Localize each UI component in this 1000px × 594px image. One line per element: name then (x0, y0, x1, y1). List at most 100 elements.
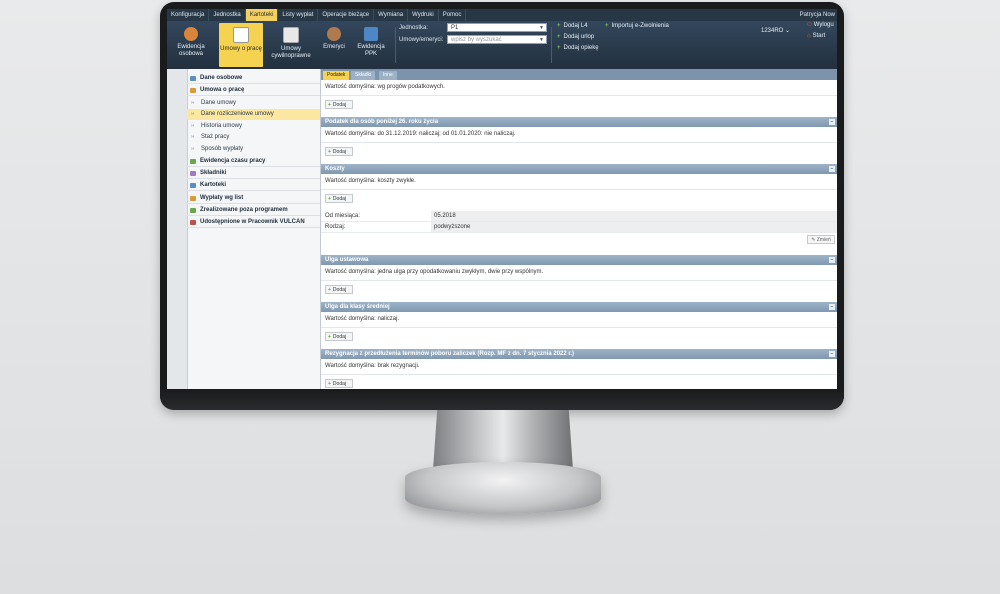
ewidencja-ppk-button[interactable]: Ewidencja PPK (351, 23, 391, 67)
document-icon (283, 27, 299, 43)
add-button[interactable]: + Dodaj (325, 379, 353, 388)
folder-icon (364, 27, 378, 41)
plus-icon: + (328, 334, 331, 340)
sidebar-item-label: Dane umowy (201, 99, 237, 106)
link-label: Importuj e-Zwolnienia (611, 23, 669, 29)
sidebar-item-label: Staż pracy (201, 134, 230, 141)
add-button[interactable]: + Dodaj (325, 285, 353, 294)
dodaj-urlop-link[interactable]: + Dodaj urlop (557, 34, 594, 40)
umowy-o-prace-button[interactable]: Umowy o pracę (219, 23, 263, 67)
document-pencil-icon (233, 27, 249, 43)
sidebar-item-label: Ewidencja czasu pracy (200, 157, 266, 164)
section-header: Ulga dla klasy średniej − (321, 302, 837, 312)
jednostka-label: Jednostka: (399, 25, 429, 31)
link-label: Dodaj L4 (563, 23, 588, 29)
person-icon (327, 27, 341, 41)
pencil-icon: ✎ (811, 237, 816, 243)
collapse-icon[interactable]: − (829, 351, 835, 357)
plus-icon: + (328, 149, 331, 155)
section-header: Podatek dla osób poniżej 26. roku życia − (321, 117, 837, 127)
emeryci-button[interactable]: Emeryci (317, 23, 351, 67)
add-label: Dodaj (332, 334, 346, 340)
dodaj-opieke-link[interactable]: + Dodaj opiekę (557, 45, 599, 51)
chevron-down-icon: ▼ (539, 25, 544, 31)
main-content: Podatek Składki Inne Wartość domyślna: w… (321, 69, 837, 389)
add-button[interactable]: + Dodaj (325, 147, 353, 156)
add-label: Dodaj (332, 196, 346, 202)
plus-icon: + (557, 45, 561, 51)
collapse-icon[interactable]: − (829, 257, 835, 263)
sidebar-item[interactable]: Zrealizowane poza programem (187, 205, 320, 216)
unit-code: 1234RO (761, 28, 784, 34)
divider (321, 142, 837, 143)
plus-icon: + (328, 196, 331, 202)
app-screen: Konfiguracja Jednostka Kartoteki Listy w… (167, 9, 837, 389)
section-header: Rezygnacja z przedłużenia terminów pobor… (321, 349, 837, 359)
sidebar-item-label: Wypłaty wg list (200, 194, 244, 201)
ewidencja-osobowa-button[interactable]: Ewidencja osobowa (171, 23, 211, 67)
default-value-text: Wartość domyślna: do 31.12.2019: nalicza… (325, 131, 516, 137)
divider (321, 374, 837, 375)
start-link[interactable]: ⌂ Start (807, 33, 825, 39)
row-key: Od miesiąca: (325, 213, 361, 219)
edit-label: Zmień (816, 237, 831, 243)
edit-button[interactable]: ✎ Zmień (807, 235, 835, 244)
user-name[interactable]: Patrycja Now (800, 9, 835, 21)
tab-inne[interactable]: Inne (379, 71, 397, 80)
divider (551, 27, 552, 63)
sidebar-item[interactable]: Składniki (187, 168, 320, 179)
add-button[interactable]: + Dodaj (325, 100, 353, 109)
menu-item-wymiana[interactable]: Wymiana (374, 9, 409, 21)
monitor-frame: Konfiguracja Jednostka Kartoteki Listy w… (160, 2, 844, 410)
button-label: Umowy cywilnoprawne (271, 46, 311, 59)
sidebar-subitem[interactable]: Dane rozliczeniowe umowy (187, 109, 320, 121)
sidebar-subitem[interactable]: Staż pracy (187, 132, 320, 143)
tab-podatek[interactable]: Podatek (323, 71, 350, 80)
section-header: Koszty − (321, 164, 837, 174)
tab-bar: Podatek Składki Inne (321, 69, 837, 80)
menu-item-jednostka[interactable]: Jednostka (209, 9, 246, 21)
collapse-icon[interactable]: − (829, 119, 835, 125)
default-value-text: Wartość domyślna: koszty zwykłe. (325, 178, 416, 184)
menu-item-operacje-biezace[interactable]: Operacje bieżące (318, 9, 375, 21)
umowy-label: Umowy/emeryci: (399, 37, 444, 43)
unit-code-dropdown[interactable]: 1234RO ⌄ (761, 27, 790, 34)
section-title: Ulga dla klasy średniej (325, 304, 390, 310)
sidebar-subitem[interactable]: Sposób wypłaty (187, 144, 320, 155)
sidebar-item-label: Dane osobowe (200, 75, 243, 81)
menu-item-kartoteki[interactable]: Kartoteki (245, 9, 279, 21)
plus-icon: + (557, 34, 561, 40)
sidebar-item[interactable]: Wypłaty wg list (187, 193, 320, 204)
sidebar-item[interactable]: Dane osobowe (187, 73, 320, 84)
folder-icon (190, 88, 196, 94)
sidebar-item[interactable]: Ewidencja czasu pracy (187, 156, 320, 167)
menu-item-konfiguracja[interactable]: Konfiguracja (167, 9, 210, 21)
menu-item-pomoc[interactable]: Pomoc (439, 9, 467, 21)
add-button[interactable]: + Dodaj (325, 332, 353, 341)
start-label: Start (812, 33, 826, 39)
jednostka-select[interactable]: P1 ▼ (447, 23, 547, 32)
sidebar-subitem[interactable]: Dane umowy (187, 98, 320, 109)
add-button[interactable]: + Dodaj (325, 194, 353, 203)
sidebar-item[interactable]: Udostępnione w Pracownik VULCAN (187, 217, 320, 229)
add-label: Dodaj (332, 149, 346, 155)
toolbar: Ewidencja osobowa Umowy o pracę Umowy cy… (167, 21, 837, 69)
home-icon: ⌂ (807, 33, 811, 39)
collapse-icon[interactable]: − (829, 304, 835, 310)
sidebar-item[interactable]: Umowa o pracę (187, 85, 320, 97)
sidebar-subitem[interactable]: Historia umowy (187, 121, 320, 132)
chevron-down-icon: ▼ (539, 37, 544, 43)
dodaj-l4-link[interactable]: + Dodaj L4 (557, 23, 588, 29)
umowy-search-input[interactable]: wpisz by wyszukać ▼ (447, 35, 547, 44)
plus-icon: + (605, 23, 609, 29)
button-label: Ewidencja PPK (357, 44, 385, 57)
collapse-icon[interactable]: − (829, 166, 835, 172)
folder-icon (190, 195, 196, 201)
menu-item-listy-wyplat[interactable]: Listy wypłat (278, 9, 319, 21)
umowy-cywilnoprawne-button[interactable]: Umowy cywilnoprawne (269, 23, 313, 67)
tab-skladki[interactable]: Składki (351, 71, 376, 80)
importuj-e-zwolnienia-link[interactable]: + Importuj e-Zwolnienia (605, 23, 669, 29)
sidebar-item[interactable]: Kartoteki (187, 180, 320, 192)
logout-link[interactable]: ⏻ Wylogu (807, 22, 834, 29)
menu-item-wydruki[interactable]: Wydruki (408, 9, 439, 21)
